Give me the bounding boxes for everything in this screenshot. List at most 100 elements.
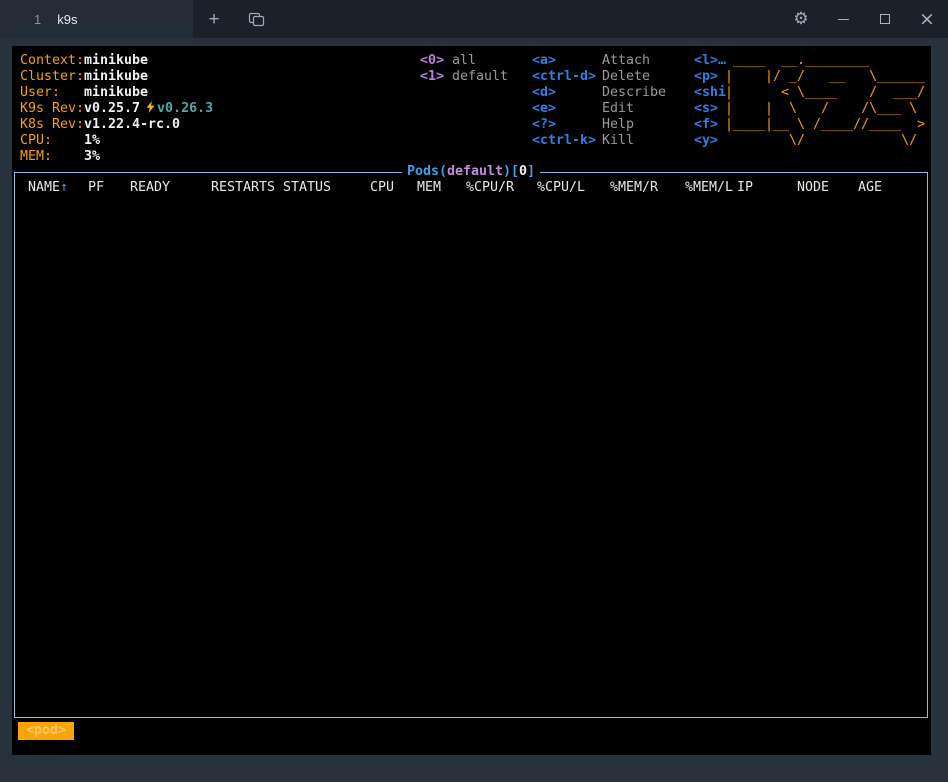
k9s-rev-value: v0.25.7 xyxy=(84,101,141,116)
user-value: minikube xyxy=(84,85,149,100)
maximize-button[interactable] xyxy=(864,0,906,38)
column-name-label: NAME xyxy=(28,180,61,195)
cpu-label: CPU: xyxy=(20,133,53,148)
label-attach: Attach xyxy=(602,53,651,68)
user-label: User: xyxy=(20,85,61,100)
column-cpu-r: %CPU/R xyxy=(465,180,514,195)
k8s-rev-label: K8s Rev: xyxy=(20,117,85,132)
logo-line: |____|__ \ /____//____ > xyxy=(725,117,926,132)
logo-line: ____ __.________ xyxy=(725,53,870,68)
hotkey-0: <0> xyxy=(420,53,445,68)
column-age: AGE xyxy=(858,180,883,195)
lightning-bolt-icon xyxy=(146,101,155,113)
key-kill: <ctrl-k> xyxy=(532,133,597,148)
cpu-value: 1% xyxy=(84,133,101,148)
hotkey-all: <0> all xyxy=(420,53,508,69)
k9s-rev-label: K9s Rev: xyxy=(20,101,85,116)
column-name: NAME↑ xyxy=(28,180,88,196)
label-delete: Delete xyxy=(602,69,651,84)
menu-attach: <a> Attach xyxy=(532,53,666,69)
column-cpu-l: %CPU/L xyxy=(536,180,585,195)
x-icon: × xyxy=(919,7,935,30)
close-button[interactable]: × xyxy=(906,0,948,38)
view-resource: Pods( xyxy=(406,164,447,179)
namespace-hotkeys: <0> all <1> default xyxy=(420,53,508,85)
column-status: STATUS xyxy=(283,180,332,195)
tab-bar: 1 k9s + ⚙ × xyxy=(0,0,948,38)
label-describe: Describe xyxy=(602,85,667,100)
view-namespace: default xyxy=(446,164,504,179)
cluster-label: Cluster: xyxy=(20,69,85,84)
view-bracket-close: ] xyxy=(527,164,536,179)
mem-label: MEM: xyxy=(20,149,53,164)
key-logs: <l>… xyxy=(694,53,727,68)
sort-arrow-icon: ↑ xyxy=(60,180,69,195)
menu-kill: <ctrl-k> Kill xyxy=(532,133,666,149)
mem-value: 3% xyxy=(84,149,101,164)
gear-icon: ⚙ xyxy=(793,9,809,29)
action-menu: <a> Attach <ctrl-d> Delete <d> Describe <e>… xyxy=(532,53,666,149)
logo-line: | < \____ / ___/ xyxy=(725,85,926,100)
key-previous: <p> xyxy=(694,69,719,84)
k9s-upgrade-version: v0.26.3 xyxy=(157,101,214,116)
new-tab-button[interactable]: + xyxy=(193,0,235,38)
column-ip: IP xyxy=(737,180,754,195)
plus-icon: + xyxy=(208,8,220,30)
hotkey-default: <1> default xyxy=(420,69,508,85)
key-shell: <s> xyxy=(694,101,719,116)
context-value: minikube xyxy=(84,53,149,68)
pods-table[interactable]: Pods(default)[0] NAME↑ PF READY RESTARTS… xyxy=(14,164,928,718)
view-title: Pods(default)[0] xyxy=(401,164,541,180)
k9s-ascii-logo: ____ __.________ | |/ _/ __ \______ | < … xyxy=(725,53,925,149)
logo-line: | |/ _/ __ \______ xyxy=(725,69,926,84)
table-header: NAME↑ PF READY RESTARTS STATUS CPU MEM %… xyxy=(15,180,927,196)
view-bracket-open: )[ xyxy=(503,164,520,179)
menu-describe: <d> Describe xyxy=(532,85,666,101)
column-cpu: CPU xyxy=(369,180,394,195)
column-node: NODE xyxy=(797,180,830,195)
column-pf: PF xyxy=(88,180,105,195)
key-delete: <ctrl-d> xyxy=(532,69,597,84)
breadcrumb-pod: <pod> xyxy=(18,722,75,740)
hotkey-1-label: default xyxy=(452,69,509,84)
tab-k9s[interactable]: 1 k9s xyxy=(0,0,193,38)
breadcrumb: <pod> xyxy=(18,722,75,740)
column-mem-l: %MEM/L xyxy=(684,180,733,195)
dash-icon xyxy=(837,18,849,20)
context-label: Context: xyxy=(20,53,85,68)
key-edit: <e> xyxy=(532,101,557,116)
column-restarts: RESTARTS xyxy=(211,180,276,195)
hotkey-1: <1> xyxy=(420,69,445,84)
menu-delete: <ctrl-d> Delete xyxy=(532,69,666,85)
key-help: <?> xyxy=(532,117,557,132)
square-icon xyxy=(880,14,890,24)
view-count: 0 xyxy=(519,164,528,179)
key-describe: <d> xyxy=(532,85,557,100)
duplicate-tab-button[interactable] xyxy=(235,0,277,38)
terminal-screen[interactable]: Context:minikube Cluster:minikube User: m… xyxy=(12,46,931,755)
hotkey-0-label: all xyxy=(452,53,477,68)
tab-index: 1 xyxy=(34,11,42,27)
column-mem: MEM xyxy=(416,180,441,195)
key-yaml: <y> xyxy=(694,133,719,148)
column-mem-r: %MEM/R xyxy=(609,180,658,195)
k8s-rev-value: v1.22.4-rc.0 xyxy=(84,117,181,132)
label-edit: Edit xyxy=(602,101,635,116)
settings-button[interactable]: ⚙ xyxy=(780,0,822,38)
menu-help: <?> Help xyxy=(532,117,666,133)
menu-edit: <e> Edit xyxy=(532,101,666,117)
label-kill: Kill xyxy=(602,133,635,148)
key-attach: <a> xyxy=(532,53,557,68)
key-shift: <shi xyxy=(694,85,727,100)
logo-line: \/ \/ xyxy=(725,133,926,148)
overlapping-squares-icon xyxy=(248,12,264,26)
column-ready: READY xyxy=(130,180,171,195)
more-hotkeys: <l>… <p> <shi <s> <f> <y> xyxy=(694,53,726,149)
cluster-value: minikube xyxy=(84,69,149,84)
minimize-button[interactable] xyxy=(822,0,864,38)
tab-title: k9s xyxy=(57,11,78,27)
tabbar-spacer xyxy=(277,0,780,38)
label-help: Help xyxy=(602,117,635,132)
k9s-header: Context:minikube Cluster:minikube User: m… xyxy=(20,53,925,167)
logo-line: | | \ / /\___ \ xyxy=(725,101,926,116)
